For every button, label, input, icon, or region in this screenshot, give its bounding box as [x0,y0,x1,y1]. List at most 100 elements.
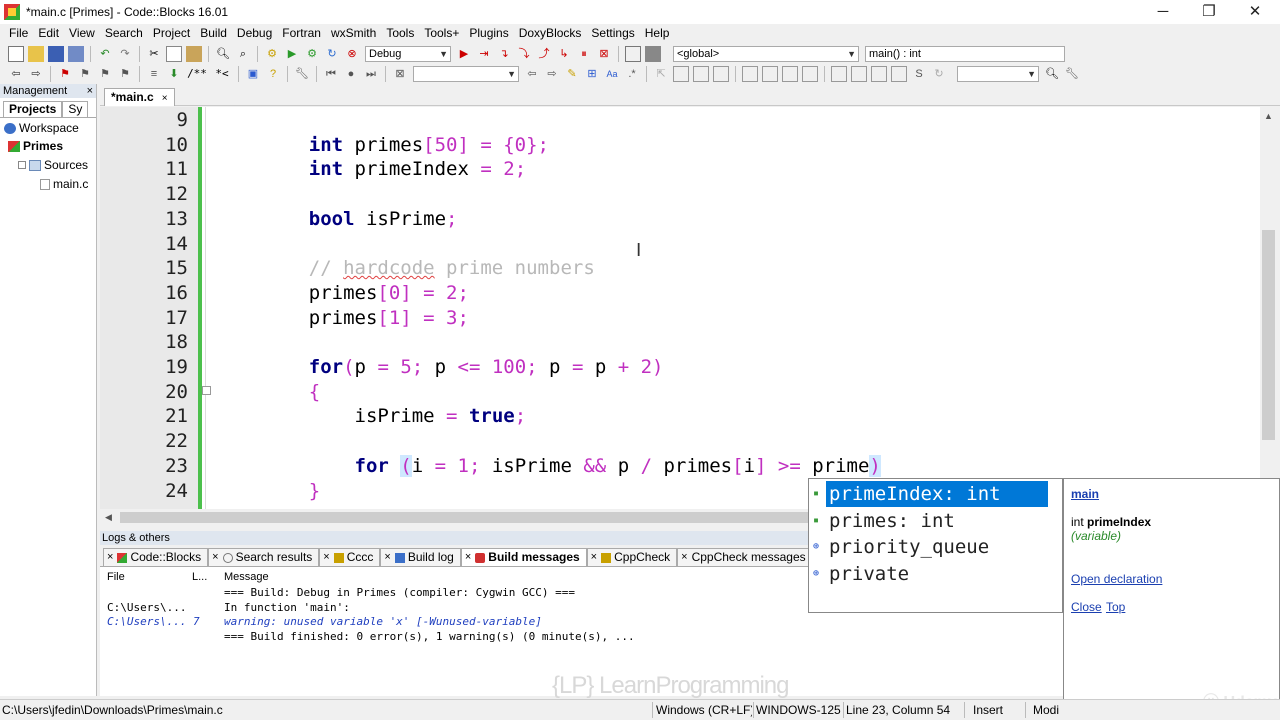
open-declaration-link[interactable]: Open declaration [1071,572,1162,586]
function-select[interactable]: main() : int [865,46,1065,62]
menu-tools[interactable]: Tools [381,24,419,43]
editor-tab-main-c[interactable]: *main.c × [104,88,175,106]
code-line[interactable]: 17 primes[1] = 3; [100,306,1260,331]
code-editor[interactable]: 9 10 int primes[50] = {0}; 11 int primeInd… [100,107,1260,509]
code-line[interactable]: 20 { [100,380,1260,405]
debug-info-icon[interactable] [645,46,661,62]
settings-wrench-icon[interactable]: 🔧︎ [1064,66,1080,82]
widget-2-icon[interactable] [762,66,778,82]
regex-icon[interactable]: .* [624,66,640,82]
debug-icon[interactable]: ▶ [456,46,472,62]
widget-7-icon[interactable] [871,66,887,82]
selected-text-only-icon[interactable]: ⊞ [584,66,600,82]
tab-projects[interactable]: Projects [3,101,63,117]
menu-project[interactable]: Project [148,24,195,43]
autocomplete-popup[interactable]: ▪ primeIndex: int ▪ primes: int ⊕ priority_qu… [808,478,1063,613]
zoom-icon[interactable]: 🔍︎ [1044,66,1060,82]
tab-cppcheck[interactable]: × CppCheck [586,548,678,566]
code-line[interactable]: 16 primes[0] = 2; [100,281,1260,306]
code-line[interactable]: 21 isPrime = true; [100,404,1260,429]
menu-edit[interactable]: Edit [33,24,64,43]
build-gear-icon[interactable]: ⚙ [264,46,280,62]
close-tab-icon[interactable]: × [384,549,390,566]
widget-4-icon[interactable] [802,66,818,82]
menu-help[interactable]: Help [640,24,675,43]
code-line[interactable]: 22 [100,429,1260,454]
vertical-scroll-thumb[interactable] [1262,230,1275,440]
clear-bookmarks-icon[interactable]: ⚑ [117,66,133,82]
save-all-icon[interactable] [68,46,84,62]
column-file[interactable]: File [107,571,125,583]
close-tab-icon[interactable]: × [323,549,329,566]
top-doc-link[interactable]: Top [1106,600,1125,614]
build-target-select[interactable]: Debug ▼ [365,46,451,62]
code-line[interactable]: 9 [100,108,1260,133]
undo-icon[interactable]: ↶ [97,46,113,62]
widget-1-icon[interactable] [742,66,758,82]
close-management-icon[interactable]: × [87,84,93,98]
scope-select[interactable]: <global> ▼ [673,46,859,62]
clear-search-icon[interactable]: ⊠ [392,66,408,82]
code-line[interactable]: 10 int primes[50] = {0}; [100,133,1260,158]
menu-search[interactable]: Search [100,24,148,43]
doxyblocks-wizard-icon[interactable]: ≡ [146,66,162,82]
code-line[interactable]: 11 int primeIndex = 2; [100,157,1260,182]
rebuild-icon[interactable]: ↻ [324,46,340,62]
break-icon[interactable]: ⏸ [576,46,592,62]
next-bookmark-icon[interactable]: ⚑ [97,66,113,82]
close-tab-icon[interactable]: × [681,549,687,566]
menu-fortran[interactable]: Fortran [277,24,326,43]
minimize-button[interactable]: ─ [1140,0,1186,24]
tab-symbols[interactable]: Sy [62,101,89,117]
next-line-icon[interactable]: ↴ [496,46,512,62]
open-file-icon[interactable] [28,46,44,62]
run-icon[interactable]: ▶ [284,46,300,62]
code-line[interactable]: 18 [100,330,1260,355]
search-prev-icon[interactable]: ⇦ [524,66,540,82]
menu-debug[interactable]: Debug [232,24,277,43]
cut-icon[interactable]: ✂ [146,46,162,62]
jump-forward-icon[interactable]: ⇨ [28,66,44,82]
code-line[interactable]: 14 [100,232,1260,257]
abort-icon[interactable]: ⊗ [344,46,360,62]
toggle-bookmark-icon[interactable]: ⚑ [57,66,73,82]
record-icon[interactable]: ● [343,66,359,82]
menu-tools-plus[interactable]: Tools+ [419,24,464,43]
block-comment-button[interactable]: /** [186,66,208,82]
incremental-search-input[interactable]: ▼ [413,66,519,82]
autocomplete-item[interactable]: ▪ primes: int [809,508,1062,534]
close-tab-icon[interactable]: × [465,549,471,566]
code-line[interactable]: 23 for (i = 1; isPrime && p / primes[i] … [100,454,1260,479]
chm-docs-icon[interactable]: ? [265,66,281,82]
s-tool-icon[interactable]: S [911,66,927,82]
refresh-icon[interactable]: ↻ [931,66,947,82]
next-instruction-icon[interactable]: ↳ [556,46,572,62]
stop-debug-icon[interactable]: ⊠ [596,46,612,62]
scroll-left-icon[interactable]: ◀ [105,512,112,523]
autocomplete-item[interactable]: ▪ primeIndex: int [809,481,1062,507]
highlight-icon[interactable]: ✎ [564,66,580,82]
close-tab-icon[interactable]: × [212,549,218,566]
search-next-icon[interactable]: ⇨ [544,66,560,82]
symbol-search-input[interactable]: ▼ [957,66,1039,82]
doxyblocks-extract-icon[interactable]: ⬇ [166,66,182,82]
menu-view[interactable]: View [64,24,100,43]
tree-item-workspace[interactable]: Workspace [4,121,79,135]
code-line[interactable]: 13 bool isPrime; [100,207,1260,232]
menu-settings[interactable]: Settings [586,24,639,43]
menu-file[interactable]: File [4,24,33,43]
debug-windows-icon[interactable] [625,46,641,62]
widget-3-icon[interactable] [782,66,798,82]
step-into-icon[interactable]: ⤵ [516,46,532,62]
replace-icon[interactable]: ⌕ [235,46,251,62]
doc-scope-link[interactable]: main [1071,487,1099,501]
save-icon[interactable] [48,46,64,62]
fold-toggle-icon[interactable] [202,385,211,395]
maximize-button[interactable]: ❐ [1186,0,1232,24]
menu-doxyblocks[interactable]: DoxyBlocks [514,24,587,43]
tree-item-primes[interactable]: Primes [8,139,63,153]
widget-8-icon[interactable] [891,66,907,82]
doxyblocks-prefs-icon[interactable]: 🔧︎ [294,66,310,82]
step-out-icon[interactable]: ⤴ [536,46,552,62]
tree-item-main-c[interactable]: main.c [40,177,88,191]
